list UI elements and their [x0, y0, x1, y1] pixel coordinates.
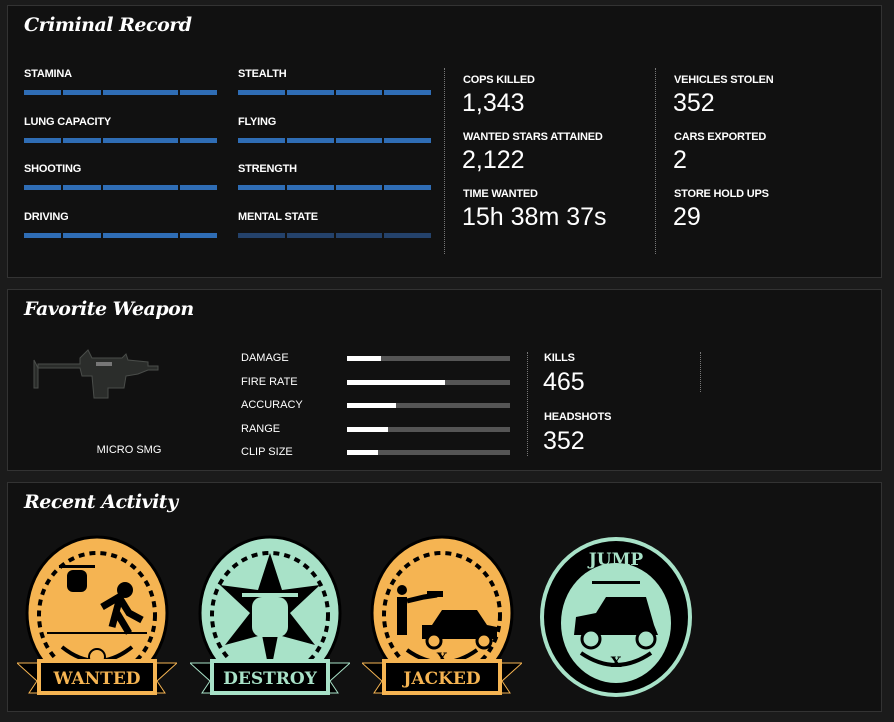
- favorite-weapon-panel: Favorite Weapon MICRO SMG DAMAGE FIRE RAT…: [7, 289, 882, 471]
- stat-value: 2,122: [462, 146, 525, 174]
- stat-label: TIME WANTED: [463, 188, 538, 200]
- skill-bar: [24, 185, 218, 190]
- weapon-stat-bar: [347, 403, 510, 408]
- divider: [444, 68, 445, 254]
- stat-label: COPS KILLED: [463, 74, 535, 86]
- stat-label: WANTED STARS ATTAINED: [463, 131, 603, 143]
- badge-label: JUMP: [587, 550, 644, 570]
- stat-label: CARS EXPORTED: [674, 131, 767, 143]
- badge-jacked[interactable]: XJACKED: [362, 535, 522, 705]
- skill-bar: [238, 185, 431, 190]
- skill-label: STRENGTH: [238, 163, 297, 175]
- badge-label: JACKED: [401, 669, 480, 689]
- skill-bar: [24, 232, 218, 238]
- panel-title: Recent Activity: [24, 491, 178, 513]
- weapon-stat-bar: [347, 450, 510, 455]
- skill-bar: [24, 137, 218, 143]
- stat-value: 1,343: [462, 89, 525, 117]
- panel-title: Favorite Weapon: [24, 298, 194, 320]
- stat-value: 29: [673, 203, 701, 231]
- weapon-stat-bar: [347, 379, 510, 385]
- headshots-label: HEADSHOTS: [544, 411, 612, 423]
- headshots-value: 352: [543, 427, 585, 455]
- skill-label: SHOOTING: [24, 163, 82, 175]
- divider: [655, 68, 656, 254]
- skill-bar: [24, 90, 218, 95]
- skill-label: STAMINA: [24, 68, 72, 80]
- micro-smg-image: [33, 349, 159, 399]
- weapon-stat-label: RANGE: [241, 422, 281, 435]
- weapon-stat-label: DAMAGE: [241, 352, 289, 364]
- weapon-stat-bar: [347, 426, 510, 432]
- stat-label: STORE HOLD UPS: [674, 188, 769, 200]
- skill-bar: [238, 137, 431, 143]
- badge-destroy[interactable]: DESTROY: [190, 535, 350, 705]
- divider: [527, 352, 528, 456]
- badge-jump[interactable]: JUMP X: [536, 535, 696, 705]
- panel-title: Criminal Record: [24, 14, 192, 36]
- weapon-name: MICRO SMG: [96, 444, 162, 456]
- stat-value: 2: [673, 146, 687, 174]
- divider: [700, 352, 701, 392]
- criminal-record-panel: Criminal Record STAMINA STEALTH LUNG CAPAC…: [7, 5, 882, 278]
- kills-value: 465: [543, 368, 585, 396]
- kills-label: KILLS: [544, 352, 575, 364]
- skill-label: FLYING: [238, 115, 277, 128]
- skill-bar: [238, 232, 431, 238]
- svg-text:X: X: [611, 655, 622, 671]
- weapon-stat-label: ACCURACY: [241, 399, 303, 411]
- skill-label: DRIVING: [24, 210, 69, 223]
- skill-label: MENTAL STATE: [238, 210, 318, 223]
- stat-value: 352: [673, 89, 715, 117]
- weapon-stat-bar: [347, 356, 510, 361]
- skill-bar: [238, 90, 431, 95]
- badge-label: WANTED: [52, 669, 140, 689]
- badge-wanted[interactable]: WANTED: [17, 535, 177, 705]
- skill-label: STEALTH: [238, 68, 287, 80]
- badge-label: DESTROY: [223, 669, 318, 689]
- stat-value: 15h 38m 37s: [462, 203, 607, 231]
- weapon-stat-label: FIRE RATE: [241, 375, 298, 388]
- stat-label: VEHICLES STOLEN: [674, 74, 774, 86]
- weapon-stat-label: CLIP SIZE: [241, 446, 293, 458]
- skill-label: LUNG CAPACITY: [24, 115, 112, 128]
